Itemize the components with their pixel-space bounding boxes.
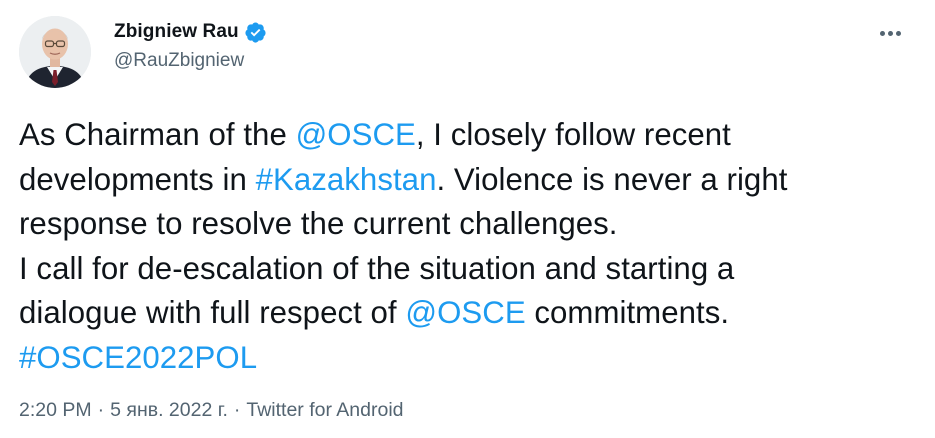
tweet-text-segment: . Violence is never a right <box>436 161 788 197</box>
tweet-line: As Chairman of the @OSCE, I closely foll… <box>19 113 924 158</box>
author-display-name[interactable]: Zbigniew Rau <box>114 21 239 43</box>
tweet-line: dialogue with full respect of @OSCE comm… <box>19 291 924 336</box>
tweet-line: response to resolve the current challeng… <box>19 206 618 241</box>
more-options-button[interactable] <box>870 18 910 48</box>
hashtag-link[interactable]: #OSCE2022POL <box>19 340 257 375</box>
tweet-source[interactable]: Twitter for Android <box>246 399 403 421</box>
tweet-line: #OSCE2022POL <box>19 336 924 381</box>
tweet-text-segment: commitments. <box>525 295 730 330</box>
tweet-text-segment: developments in <box>19 161 256 197</box>
meta-separator: · <box>97 399 105 421</box>
tweet-text-segment: As Chairman of the <box>19 117 296 152</box>
hashtag-link[interactable]: #Kazakhstan <box>256 162 437 197</box>
tweet-text: As Chairman of the @OSCE, I closely foll… <box>19 113 924 380</box>
name-row: Zbigniew Rau <box>114 17 267 47</box>
tweet-date[interactable]: 5 янв. 2022 г. <box>110 399 228 421</box>
avatar-portrait-icon <box>19 16 91 88</box>
more-dot <box>887 30 893 36</box>
tweet-line: developments in #Kazakhstan. Violence is… <box>19 158 924 203</box>
tweet-text-segment: dialogue with full respect of <box>19 295 406 330</box>
tweet-time[interactable]: 2:20 PM <box>19 399 92 421</box>
mention-link[interactable]: @OSCE <box>296 117 416 152</box>
mention-link[interactable]: @OSCE <box>405 295 525 330</box>
more-dot <box>879 30 885 36</box>
tweet-card: Zbigniew Rau @RauZbigniew As Chairman of… <box>0 0 935 438</box>
verified-badge-icon <box>244 21 267 44</box>
more-dot <box>895 30 901 36</box>
tweet-metadata: 2:20 PM · 5 янв. 2022 г. · Twitter for Andro… <box>19 399 404 422</box>
avatar[interactable] <box>19 16 91 88</box>
author-handle[interactable]: @RauZbigniew <box>114 50 267 72</box>
tweet-text-segment: , I closely follow recent <box>415 117 731 152</box>
tweet-line: I call for de-escalation of the situatio… <box>19 250 735 286</box>
meta-separator: · <box>233 399 241 421</box>
author-info: Zbigniew Rau @RauZbigniew <box>114 17 267 72</box>
